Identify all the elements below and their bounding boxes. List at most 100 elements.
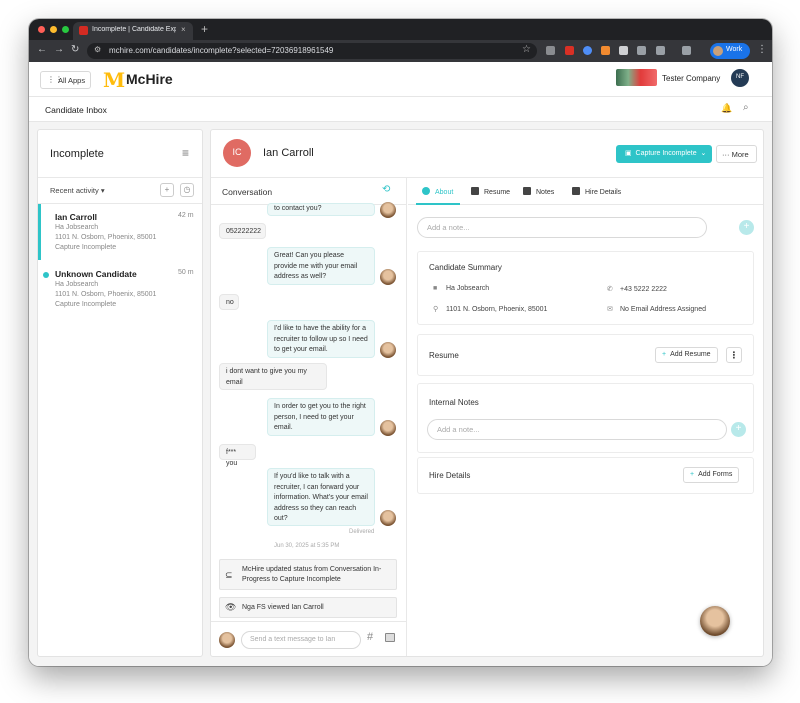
summary-title: Candidate Summary [429, 263, 502, 272]
message-bubble-incoming: i dont want to give you my email [219, 363, 327, 390]
viewed-event: 👁 Nga FS viewed Ian Carroll [219, 597, 397, 618]
candidate-list-item[interactable]: Ian Carroll 42 m Ha Jobsearch 1101 N. Os… [38, 204, 202, 260]
candidate-title-name: Ian Carroll [263, 147, 314, 159]
candidate-list-item[interactable]: Unknown Candidate 50 m Ha Jobsearch 1101… [38, 261, 202, 317]
candidate-name: Ian Carroll [55, 212, 98, 222]
forward-arrow-icon[interactable]: → [54, 44, 64, 55]
company-logo-image [616, 69, 657, 86]
tab-resume[interactable]: Resume [471, 187, 510, 196]
new-tab-button[interactable]: + [201, 22, 208, 36]
message-composer: Send a text message to Ian # [211, 621, 407, 656]
add-note-input[interactable]: Add a note... [417, 217, 707, 238]
status-change-text: McHire updated status from Conversation … [242, 566, 382, 583]
status-change-event: ⊆ McHire updated status from Conversatio… [219, 559, 397, 590]
phone-icon: ✆ [607, 286, 613, 293]
browser-window: Incomplete | Candidate Exper × + ← → ↻ ⚙… [29, 19, 772, 666]
browser-toolbar: ← → ↻ ⚙ mchire.com/candidates/incomplete… [29, 40, 772, 62]
summary-phone: ✆ +43 5222 2222 [607, 286, 667, 293]
resume-card: Resume + Add Resume ⋮ [417, 334, 754, 376]
user-avatar[interactable]: NF [731, 69, 749, 87]
minimize-window-button[interactable] [50, 26, 57, 33]
candidate-address: 1101 N. Osborn, Phoenix, 85001 [55, 234, 157, 241]
message-bubble-incoming: f*** you [219, 444, 256, 467]
back-arrow-icon[interactable]: ← [37, 44, 47, 55]
candidate-summary-card: Candidate Summary ■ Ha Jobsearch ✆ +43 522… [417, 251, 754, 325]
message-timestamp: Jun 30, 2025 at 5:35 PM [274, 543, 340, 549]
profile-button[interactable]: Work [710, 43, 750, 59]
add-note-plus-icon[interactable]: + [739, 220, 754, 235]
site-settings-icon[interactable]: ⚙ [94, 45, 101, 54]
tab-about[interactable]: About [422, 187, 453, 196]
candidate-name: Unknown Candidate [55, 269, 137, 279]
summary-email: ✉ No Email Address Assigned [607, 306, 706, 313]
hire-details-card: Hire Details + Add Forms [417, 457, 754, 494]
extension-orange-icon[interactable] [601, 46, 610, 55]
add-resume-button[interactable]: + Add Resume [655, 347, 718, 363]
message-input[interactable]: Send a text message to Ian [241, 631, 361, 649]
image-attach-icon[interactable] [385, 633, 395, 642]
message-bubble-outgoing: Great! Can you please provide me with yo… [267, 247, 375, 285]
candidate-address: 1101 N. Osborn, Phoenix, 85001 [55, 291, 157, 298]
hamburger-menu-icon[interactable]: ≡ [182, 146, 189, 160]
history-icon[interactable]: ⟲ [382, 184, 390, 195]
candidate-status: Capture Incomplete [55, 301, 117, 308]
smile-icon [422, 187, 430, 195]
browser-tab-title: Incomplete | Candidate Exper [92, 26, 176, 33]
browser-menu-icon[interactable]: ⋮ [757, 44, 767, 55]
extension-js-icon[interactable] [637, 46, 646, 55]
bell-icon[interactable]: 🔔 [721, 103, 732, 114]
add-candidate-button[interactable]: + [160, 183, 174, 197]
sort-dropdown[interactable]: Recent activity ▾ [50, 186, 105, 195]
more-button[interactable]: ··· More [716, 145, 757, 163]
mchire-favicon-icon [79, 26, 88, 35]
active-tab-indicator [416, 203, 460, 205]
candidate-time: 50 m [178, 269, 194, 276]
resume-options-icon[interactable]: ⋮ [726, 347, 742, 363]
extensions-puzzle-icon[interactable] [656, 46, 665, 55]
message-bubble-incoming: no [219, 294, 239, 310]
recruiter-avatar [380, 269, 396, 285]
reload-icon[interactable]: ↻ [71, 44, 79, 55]
candidate-source: Ha Jobsearch [55, 281, 99, 288]
add-forms-button[interactable]: + Add Forms [683, 467, 740, 483]
browser-tab[interactable]: Incomplete | Candidate Exper × [73, 22, 193, 40]
app-header: ⋮⋮ All Apps M McHire Tester Company NF [29, 62, 772, 97]
recruiter-avatar [380, 510, 396, 526]
list-title: Incomplete [50, 148, 104, 160]
extension-red-icon[interactable] [565, 46, 574, 55]
profile-avatar [713, 46, 723, 56]
candidate-initials: IC [232, 147, 242, 157]
candidate-details-panel: About Resume Notes Hire Details Add a no… [408, 178, 763, 656]
extension-blue-icon[interactable] [583, 46, 592, 55]
add-internal-note-plus-icon[interactable]: + [731, 422, 746, 437]
all-apps-button[interactable]: ⋮⋮ All Apps [40, 71, 91, 89]
conversation-panel: Conversation ⟲ to contact you? 052222222… [211, 178, 407, 656]
clock-filter-icon[interactable]: ◷ [180, 183, 194, 197]
company-name[interactable]: Tester Company [662, 74, 720, 83]
plus-icon: + [690, 471, 695, 478]
cast-icon[interactable] [682, 46, 691, 55]
page-title: Candidate Inbox [45, 105, 107, 115]
more-label: ··· More [722, 150, 749, 159]
close-window-button[interactable] [38, 26, 45, 33]
message-bubble-incoming: 052222222 [219, 223, 266, 239]
hire-details-title: Hire Details [429, 471, 471, 480]
address-bar[interactable]: ⚙ mchire.com/candidates/incomplete?selec… [87, 43, 537, 59]
status-label: ▣ Capture Incomplete ⌄ [625, 150, 707, 157]
floating-help-avatar[interactable] [700, 606, 730, 636]
maximize-window-button[interactable] [62, 26, 69, 33]
status-dropdown-button[interactable]: ▣ Capture Incomplete ⌄ [616, 145, 712, 163]
all-apps-label: All Apps [58, 76, 86, 85]
extension-screenshot-icon[interactable] [546, 46, 555, 55]
tab-hire-details[interactable]: Hire Details [572, 187, 621, 196]
mail-icon: ✉ [607, 306, 613, 313]
candidate-list-panel: Incomplete ≡ Recent activity ▾ + ◷ Ian C… [37, 129, 203, 657]
url-text: mchire.com/candidates/incomplete?selecte… [109, 46, 334, 55]
tab-close-icon[interactable]: × [181, 25, 186, 34]
tab-notes[interactable]: Notes [523, 187, 554, 196]
bookmark-star-icon[interactable]: ☆ [522, 44, 531, 55]
internal-note-input[interactable]: Add a note... [427, 419, 727, 440]
search-icon[interactable]: ⌕ [743, 102, 749, 113]
extension-diamond-icon[interactable] [619, 46, 628, 55]
hashtag-icon[interactable]: # [367, 631, 373, 643]
